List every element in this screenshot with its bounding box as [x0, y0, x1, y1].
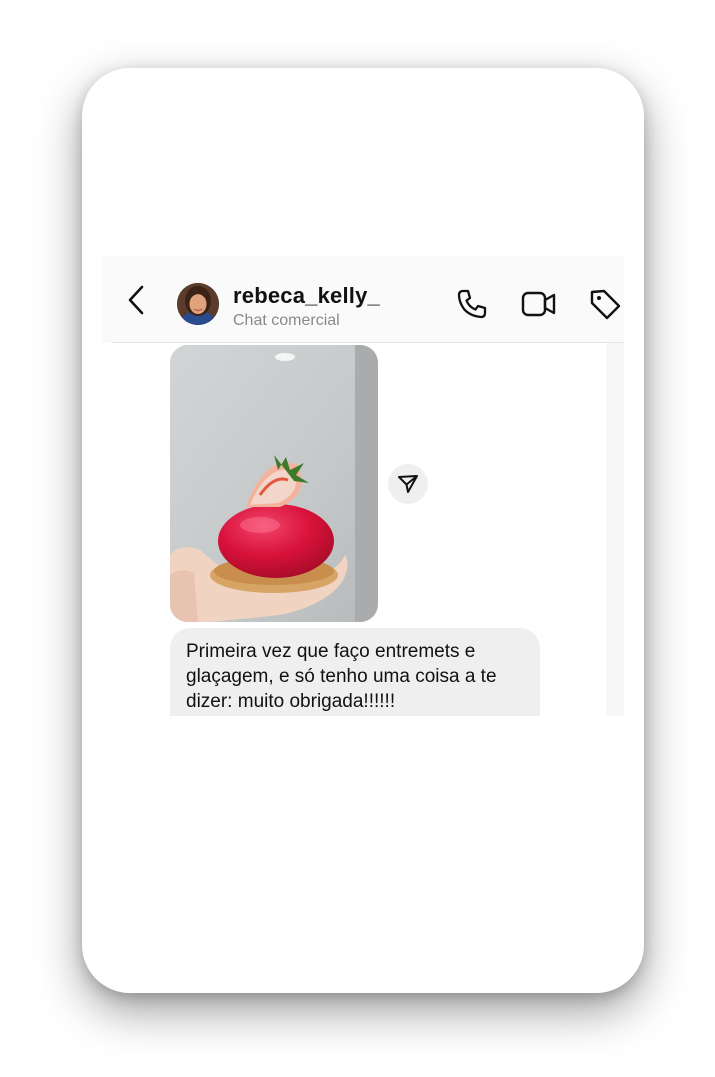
- chat-header: rebeca_kelly_ Chat comercial: [102, 256, 624, 342]
- thread-edge: [606, 343, 624, 716]
- photo-message[interactable]: [170, 345, 378, 622]
- back-button[interactable]: [122, 282, 154, 318]
- avatar[interactable]: [177, 283, 219, 325]
- text-message[interactable]: Primeira vez que faço entremets e glaçag…: [170, 628, 540, 716]
- video-camera-icon: [521, 291, 556, 317]
- contact-username[interactable]: rebeca_kelly_: [233, 283, 380, 309]
- chevron-left-icon: [128, 285, 144, 315]
- profile-photo: [177, 283, 219, 325]
- label-button[interactable]: [587, 286, 623, 322]
- call-button[interactable]: [454, 286, 490, 322]
- phone-card: rebeca_kelly_ Chat comercial Primeira ve…: [82, 68, 644, 993]
- message-thread[interactable]: Primeira vez que faço entremets e glaçag…: [102, 343, 624, 716]
- page-background: rebeca_kelly_ Chat comercial Primeira ve…: [0, 0, 715, 1077]
- chat-type-label: Chat comercial: [233, 312, 340, 329]
- dessert-photo: [170, 345, 378, 622]
- share-button[interactable]: [388, 464, 428, 504]
- phone-icon: [457, 289, 487, 319]
- send-icon: [398, 475, 418, 493]
- tag-icon: [590, 289, 621, 320]
- chat-screen: rebeca_kelly_ Chat comercial Primeira ve…: [102, 256, 624, 716]
- video-call-button[interactable]: [520, 286, 556, 322]
